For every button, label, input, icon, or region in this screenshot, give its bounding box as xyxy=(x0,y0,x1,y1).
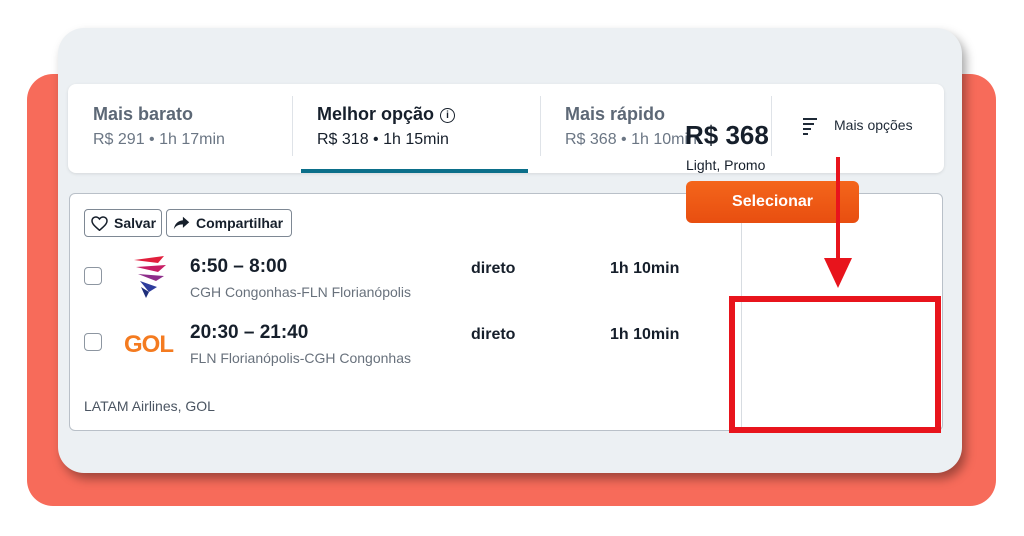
leg-route: CGH Congonhas-FLN Florianópolis xyxy=(190,284,411,300)
price: R$ 368 xyxy=(685,120,769,150)
leg-route: FLN Florianópolis-CGH Congonhas xyxy=(190,350,411,366)
tab-divider xyxy=(771,96,772,156)
share-arrow-icon xyxy=(173,216,190,230)
leg-stops: direto xyxy=(471,326,516,343)
flight-leg-return: GOL 20:30 – 21:40 FLN Florianópolis-CGH … xyxy=(70,320,741,370)
leg-checkbox[interactable] xyxy=(84,333,102,351)
more-options-label: Mais opções xyxy=(834,117,913,133)
annotation-arrowhead-icon xyxy=(824,258,852,288)
tab-best-subtitle: R$ 318 • 1h 15min xyxy=(317,131,449,148)
sort-icon xyxy=(803,118,817,138)
tab-best-title: Melhor opção i xyxy=(317,104,456,125)
active-tab-indicator xyxy=(301,169,528,173)
leg-duration: 1h 10min xyxy=(610,260,680,277)
info-icon[interactable]: i xyxy=(440,108,456,123)
fare-type: Light, Promo xyxy=(686,157,766,173)
save-label: Salvar xyxy=(114,215,157,231)
annotation-highlight-box xyxy=(729,296,941,433)
annotation-arrow-icon xyxy=(836,157,840,264)
leg-times: 6:50 – 8:00 xyxy=(190,256,288,277)
leg-checkbox[interactable] xyxy=(84,267,102,285)
gol-logo-icon: GOL xyxy=(124,320,180,366)
leg-times: 20:30 – 21:40 xyxy=(190,322,309,343)
gol-logo-text: GOL xyxy=(124,331,173,358)
latam-logo-icon xyxy=(124,254,180,300)
select-button[interactable]: Selecionar xyxy=(686,181,859,223)
leg-stops: direto xyxy=(471,260,516,277)
airlines-label: LATAM Airlines, GOL xyxy=(84,398,215,414)
tab-cheapest-subtitle: R$ 291 • 1h 17min xyxy=(93,131,225,148)
tab-best[interactable]: Melhor opção i R$ 318 • 1h 15min xyxy=(301,84,528,173)
heart-icon xyxy=(91,215,108,231)
tab-cheapest-title: Mais barato xyxy=(93,104,194,124)
tab-cheapest[interactable]: Mais barato R$ 291 • 1h 17min xyxy=(68,84,292,173)
tab-divider xyxy=(292,96,293,156)
tab-fastest-subtitle: R$ 368 • 1h 10min xyxy=(565,131,697,148)
tab-fastest-title: Mais rápido xyxy=(565,104,666,124)
leg-duration: 1h 10min xyxy=(610,326,680,343)
share-button[interactable]: Compartilhar xyxy=(166,209,292,237)
share-label: Compartilhar xyxy=(196,215,284,231)
sort-tabs-bar: Mais barato R$ 291 • 1h 17min Melhor opç… xyxy=(68,84,944,173)
more-options-button[interactable]: Mais opções xyxy=(803,84,944,173)
flight-leg-outbound: 6:50 – 8:00 CGH Congonhas-FLN Florianópo… xyxy=(70,254,741,304)
save-button[interactable]: Salvar xyxy=(84,209,162,237)
